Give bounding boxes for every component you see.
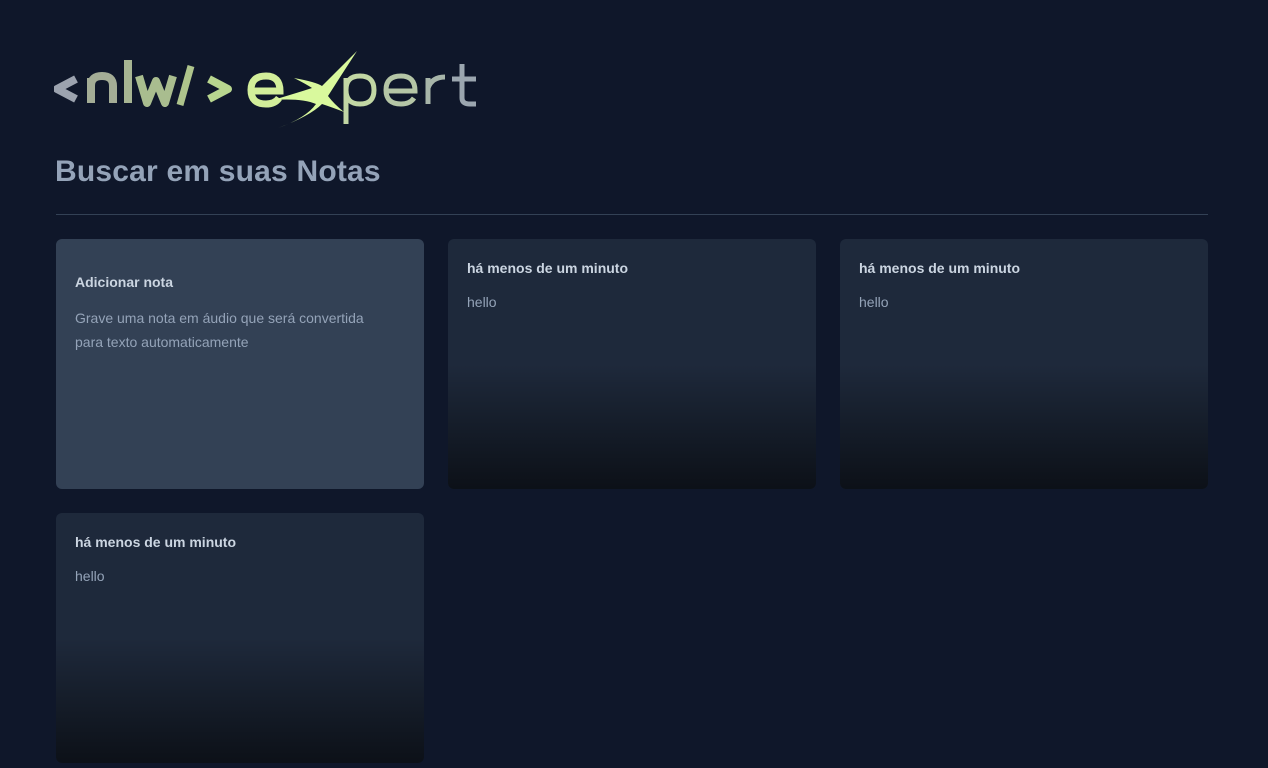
note-fade-overlay [840,364,1208,489]
note-fade-overlay [448,364,816,489]
note-date: há menos de um minuto [467,260,629,276]
note-date: há menos de um minuto [75,534,237,550]
note-fade-overlay [56,638,424,763]
add-note-card[interactable]: Adicionar nota Grave uma nota em áudio q… [56,239,424,489]
note-card[interactable]: há menos de um minuto hello [56,513,424,763]
add-note-description: Grave uma nota em áudio que será convert… [75,310,364,350]
search-input[interactable] [55,150,855,194]
note-content: hello [75,568,105,584]
note-date: há menos de um minuto [859,260,1021,276]
divider [56,214,1208,215]
add-note-title: Adicionar nota [75,274,174,290]
nlw-expert-logo [54,51,476,128]
note-content: hello [467,294,497,310]
app-page: Adicionar nota Grave uma nota em áudio q… [0,0,1268,768]
note-card[interactable]: há menos de um minuto hello [448,239,816,489]
note-card[interactable]: há menos de um minuto hello [840,239,1208,489]
note-content: hello [859,294,889,310]
